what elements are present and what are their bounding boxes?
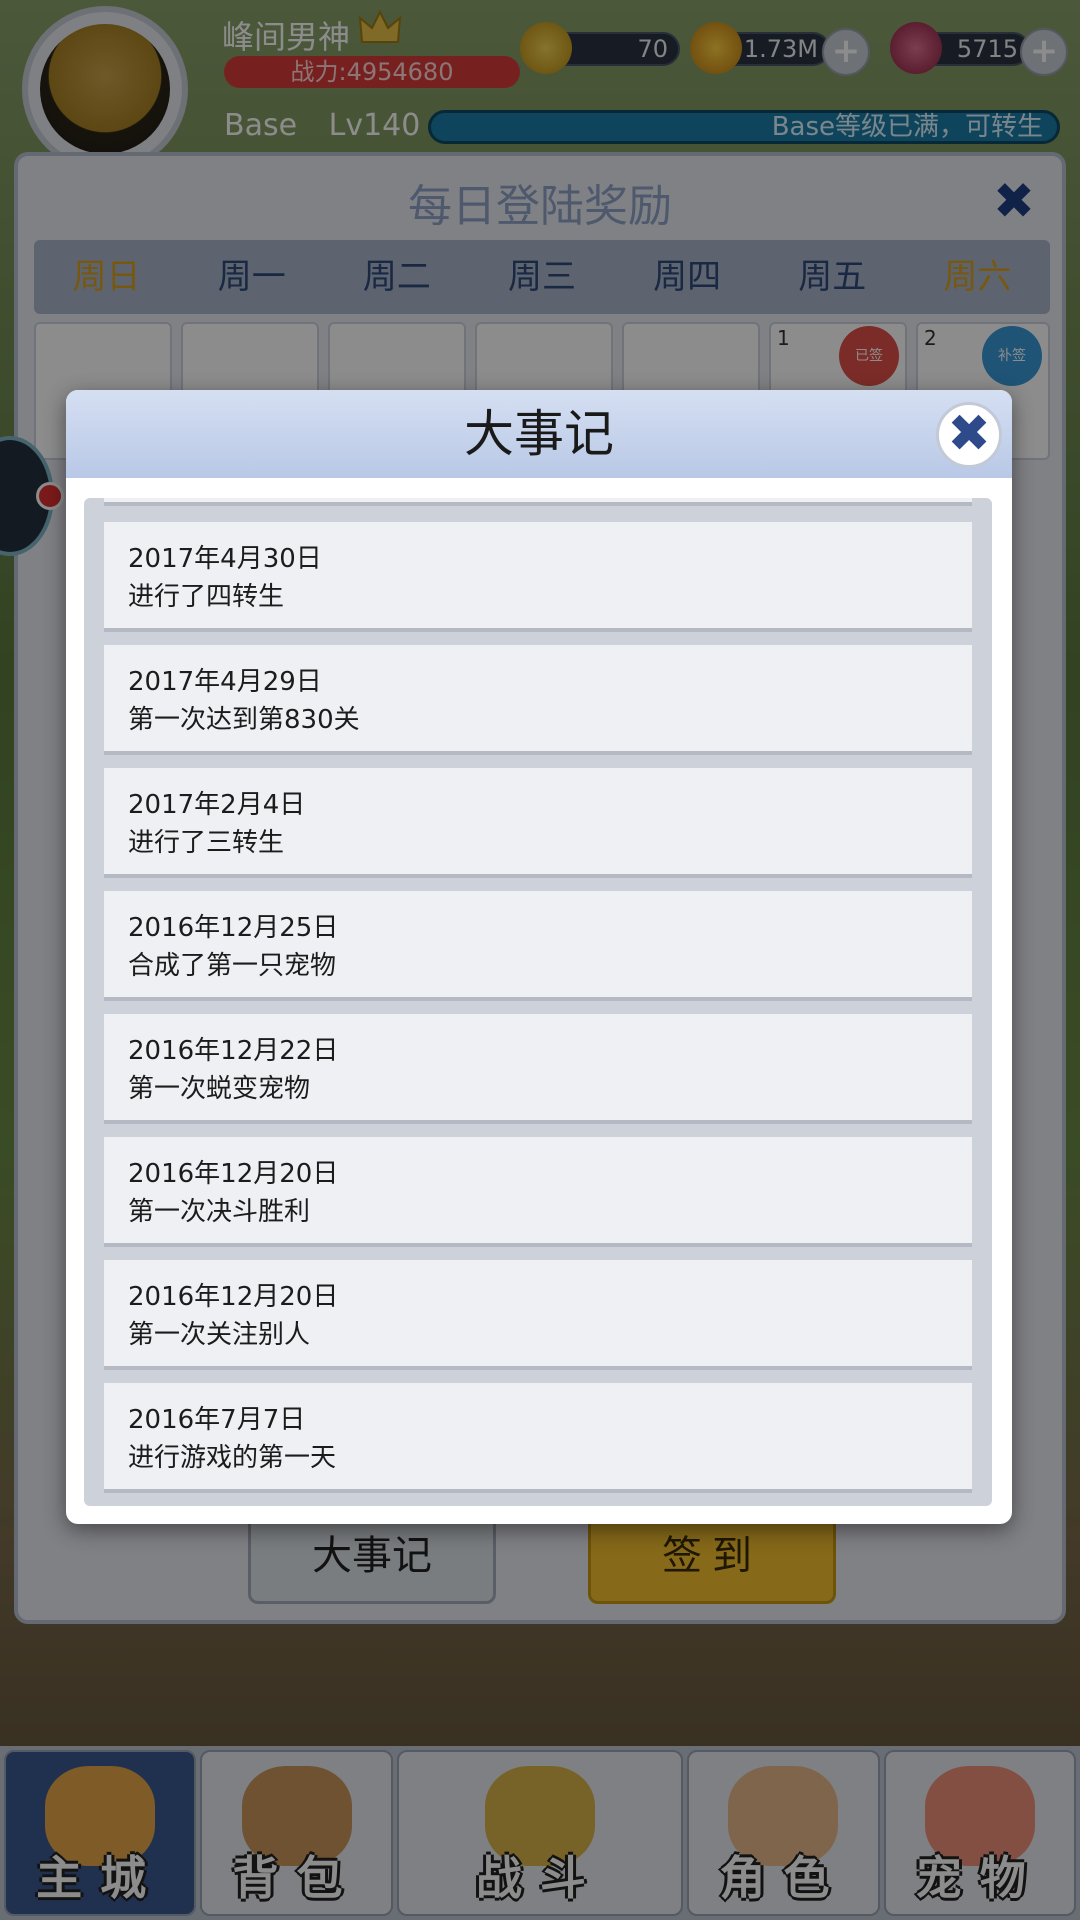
event-date: 2016年12月25日 [128, 913, 339, 943]
event-description: 合成了第一只宠物 [128, 951, 337, 981]
event-card: 2016年7月7日 进行游戏的第一天 [104, 1383, 972, 1493]
event-card: 2016年12月22日 第一次蜕变宠物 [104, 1014, 972, 1124]
event-card: 2016年12月25日 合成了第一只宠物 [104, 891, 972, 1001]
event-description: 第一次蜕变宠物 [128, 1074, 311, 1104]
event-description: 进行了四转生 [128, 582, 285, 612]
event-scroll-area[interactable]: 2017年4月30日 进行了四转生 2017年4月29日 第一次达到第830关 … [84, 498, 992, 1506]
event-date: 2016年12月20日 [128, 1159, 339, 1189]
event-description: 第一次达到第830关 [128, 705, 360, 735]
event-list: 2017年4月30日 进行了四转生 2017年4月29日 第一次达到第830关 … [104, 522, 972, 1506]
event-date: 2016年7月7日 [128, 1405, 306, 1435]
event-description: 第一次关注别人 [128, 1320, 311, 1350]
event-date: 2017年4月29日 [128, 667, 322, 697]
event-card: 2016年12月20日 第一次决斗胜利 [104, 1137, 972, 1247]
history-modal: 大事记 ✖ 2017年4月30日 进行了四转生 2017年4月29日 第一次达到… [66, 390, 1012, 1524]
event-date: 2017年2月4日 [128, 790, 306, 820]
event-description: 进行游戏的第一天 [128, 1443, 337, 1473]
modal-title: 大事记 [464, 405, 614, 463]
event-card: 2017年4月30日 进行了四转生 [104, 522, 972, 632]
event-description: 进行了三转生 [128, 828, 285, 858]
close-icon[interactable]: ✖ [936, 402, 1002, 468]
event-card: 2017年2月4日 进行了三转生 [104, 768, 972, 878]
event-card: 2016年12月20日 第一次关注别人 [104, 1260, 972, 1370]
event-description: 第一次决斗胜利 [128, 1197, 311, 1227]
event-card: 2017年4月29日 第一次达到第830关 [104, 645, 972, 755]
event-date: 2017年4月30日 [128, 544, 322, 574]
event-card-partial [104, 498, 972, 506]
modal-header: 大事记 ✖ [66, 390, 1012, 478]
event-date: 2016年12月20日 [128, 1282, 339, 1312]
event-date: 2016年12月22日 [128, 1036, 339, 1066]
